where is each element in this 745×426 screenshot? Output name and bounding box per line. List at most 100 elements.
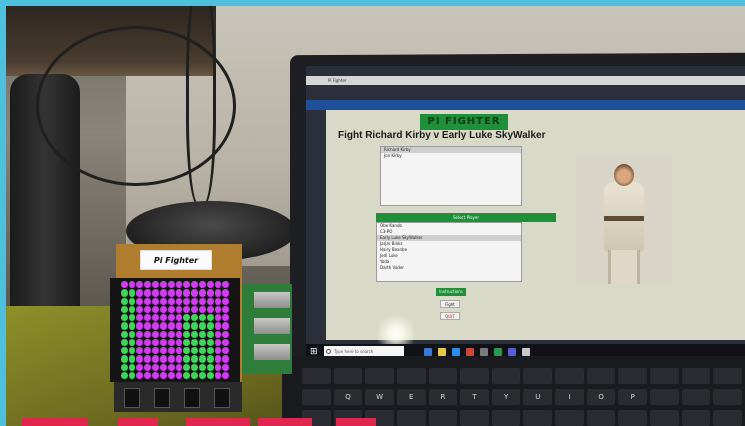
keyboard-key[interactable] <box>428 368 458 384</box>
led-pixel <box>183 305 191 313</box>
pi-push-button[interactable] <box>184 388 200 408</box>
list-item[interactable]: Darth Vader <box>377 265 521 271</box>
keyboard-key[interactable]: E <box>396 389 426 405</box>
keyboard-key[interactable]: O <box>586 389 616 405</box>
taskbar-app-icon[interactable] <box>466 348 474 356</box>
taskbar-app-icon[interactable] <box>522 348 530 356</box>
led-pixel <box>159 305 167 313</box>
led-pixel <box>206 347 214 355</box>
keyboard-key[interactable] <box>586 368 616 384</box>
pi-push-button[interactable] <box>124 388 140 408</box>
search-icon <box>326 349 331 354</box>
keyboard-key[interactable] <box>428 410 458 426</box>
keyboard-key[interactable] <box>302 389 331 405</box>
taskbar-app-icon[interactable] <box>480 348 488 356</box>
led-pixel <box>222 297 230 305</box>
keyboard-key[interactable] <box>523 410 553 426</box>
fight-button[interactable]: Fight <box>440 300 460 308</box>
pi-push-button[interactable] <box>154 388 170 408</box>
keyboard-key[interactable] <box>460 410 489 426</box>
led-pixel <box>183 338 191 346</box>
led-pixel <box>144 347 152 355</box>
led-pixel <box>120 297 128 305</box>
led-pixel <box>175 347 183 355</box>
red-caption-bar <box>186 418 250 426</box>
led-pixel <box>222 330 230 338</box>
opponents-header: Select Player <box>376 213 556 222</box>
keyboard-key[interactable]: T <box>460 389 489 405</box>
led-pixel <box>183 347 191 355</box>
led-pixel <box>120 314 128 322</box>
led-pixel <box>198 347 206 355</box>
led-pixel <box>222 305 230 313</box>
keyboard-key[interactable] <box>302 368 331 384</box>
keyboard-key[interactable] <box>491 368 521 384</box>
led-pixel <box>206 363 214 371</box>
led-pixel <box>206 338 214 346</box>
keyboard-key[interactable] <box>713 368 742 384</box>
keyboard-key[interactable] <box>365 368 394 384</box>
led-pixel <box>198 322 206 330</box>
opponent-list[interactable]: Obe Kanob C3-PO Early Luke SkyWalker Jar… <box>376 222 522 282</box>
led-pixel <box>128 363 136 371</box>
led-pixel <box>113 363 120 371</box>
keyboard-key[interactable]: Y <box>491 389 521 405</box>
keyboard-key[interactable] <box>713 389 742 405</box>
led-pixel <box>198 338 206 346</box>
edge-icon[interactable] <box>452 348 460 356</box>
list-item[interactable]: Jon Kirby <box>381 153 521 159</box>
keyboard-key[interactable] <box>396 410 426 426</box>
pi-fighter-label: Pi Fighter <box>140 250 212 270</box>
led-pixel <box>136 322 144 330</box>
keyboard-key[interactable] <box>650 368 679 384</box>
led-pixel <box>191 305 198 313</box>
keyboard-key[interactable] <box>555 368 584 384</box>
led-pixel <box>120 289 128 297</box>
keyboard-key[interactable] <box>681 368 711 384</box>
instructions-button[interactable]: Instructions <box>436 288 466 296</box>
keyboard-key[interactable] <box>650 389 679 405</box>
led-pixel <box>144 305 152 313</box>
taskbar-app-icon[interactable] <box>424 348 432 356</box>
keyboard-key[interactable]: P <box>618 389 648 405</box>
keyboard-key[interactable] <box>555 410 584 426</box>
led-pixel <box>113 347 120 355</box>
keyboard-key[interactable]: I <box>555 389 584 405</box>
led-pixel <box>120 363 128 371</box>
folder-icon[interactable] <box>438 348 446 356</box>
keyboard-key[interactable]: R <box>428 389 458 405</box>
keyboard-key[interactable]: W <box>365 389 394 405</box>
keyboard-key[interactable] <box>523 368 553 384</box>
quit-button[interactable]: QUIT <box>440 312 460 320</box>
window-titlebar[interactable]: Pi Fighter <box>306 76 745 85</box>
keyboard-key[interactable]: U <box>523 389 553 405</box>
led-pixel <box>152 338 159 346</box>
keyboard-key[interactable] <box>618 410 648 426</box>
led-pixel <box>159 355 167 363</box>
keyboard-key[interactable] <box>460 368 489 384</box>
keyboard-key[interactable] <box>586 410 616 426</box>
led-pixel <box>152 297 159 305</box>
led-pixel <box>198 363 206 371</box>
taskbar-app-icon[interactable] <box>494 348 502 356</box>
keyboard-key[interactable]: Q <box>333 389 363 405</box>
keyboard-key[interactable] <box>396 368 426 384</box>
red-caption-bar <box>118 418 158 426</box>
keyboard-key[interactable] <box>333 368 363 384</box>
keyboard-key[interactable] <box>681 410 711 426</box>
led-pixel <box>128 289 136 297</box>
led-pixel <box>191 281 198 289</box>
keyboard-key[interactable] <box>491 410 521 426</box>
player-list[interactable]: Richard Kirby Jon Kirby <box>380 146 522 206</box>
pi-push-button[interactable] <box>214 388 230 408</box>
red-caption-bar <box>258 418 312 426</box>
taskbar-app-icon[interactable] <box>508 348 516 356</box>
keyboard-key[interactable] <box>650 410 679 426</box>
keyboard-key[interactable] <box>618 368 648 384</box>
keyboard-key[interactable] <box>713 410 742 426</box>
led-pixel <box>128 330 136 338</box>
led-matrix <box>110 278 240 382</box>
led-pixel <box>167 371 175 379</box>
keyboard-key[interactable] <box>681 389 711 405</box>
led-pixel <box>167 322 175 330</box>
